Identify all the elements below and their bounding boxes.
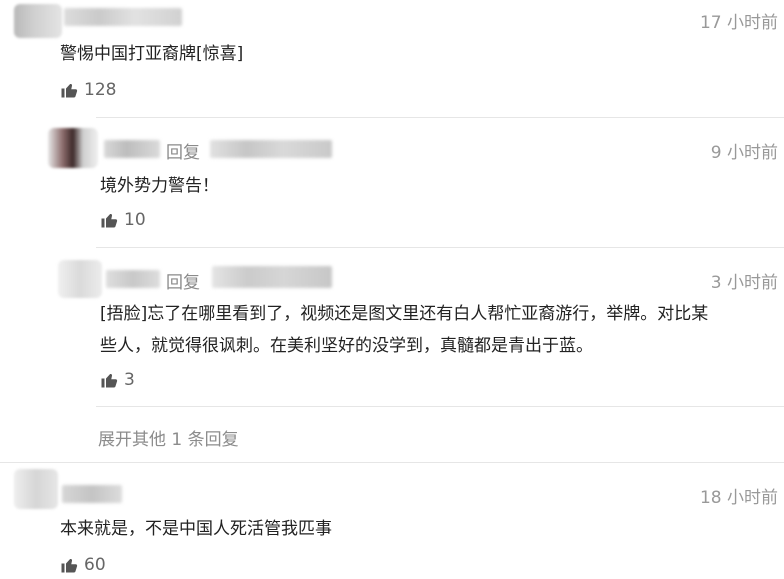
reply-1: 回复 9 小时前 境外势力警告！ 10 <box>0 118 784 248</box>
reply-label: 回复 <box>166 273 200 293</box>
like-count: 128 <box>84 80 117 100</box>
comment-time: 17 小时前 <box>699 13 778 33</box>
comment-text: 警惕中国打亚裔牌[惊喜] <box>60 44 244 64</box>
like-button[interactable]: 128 <box>60 80 116 100</box>
comment-time: 3 小时前 <box>710 273 778 293</box>
username-blurred[interactable] <box>62 485 122 503</box>
avatar[interactable] <box>48 128 98 168</box>
comment-text: [捂脸]忘了在哪里看到了，视频还是图文里还有白人帮忙亚裔游行，举牌。对比某 些人… <box>100 298 780 362</box>
reply-target-blurred[interactable] <box>210 140 332 158</box>
expand-replies-link[interactable]: 展开其他 1 条回复 <box>98 425 239 450</box>
avatar[interactable] <box>58 260 102 298</box>
comment-time: 9 小时前 <box>710 143 778 163</box>
thumbs-up-icon <box>100 371 118 389</box>
comment-2: 18 小时前 本来就是，不是中国人死活管我匹事 60 <box>0 463 784 579</box>
like-count: 3 <box>124 370 135 390</box>
like-count: 10 <box>124 210 146 230</box>
reply-label: 回复 <box>166 143 200 163</box>
comment-1: 17 小时前 警惕中国打亚裔牌[惊喜] 128 <box>0 0 784 110</box>
username-blurred[interactable] <box>64 8 182 26</box>
thumbs-up-icon <box>60 556 78 574</box>
username-blurred[interactable] <box>104 140 160 158</box>
thumbs-up-icon <box>100 211 118 229</box>
comment-text-line: [捂脸]忘了在哪里看到了，视频还是图文里还有白人帮忙亚裔游行，举牌。对比某 <box>100 304 709 324</box>
divider <box>96 406 784 407</box>
like-count: 60 <box>84 555 106 575</box>
username-blurred[interactable] <box>106 270 160 288</box>
reply-2: 回复 3 小时前 [捂脸]忘了在哪里看到了，视频还是图文里还有白人帮忙亚裔游行，… <box>0 248 784 408</box>
thumbs-up-icon <box>60 81 78 99</box>
like-button[interactable]: 60 <box>60 555 106 575</box>
comment-text: 本来就是，不是中国人死活管我匹事 <box>60 519 332 539</box>
comment-text: 境外势力警告！ <box>100 176 219 196</box>
avatar[interactable] <box>14 469 58 509</box>
comment-time: 18 小时前 <box>699 488 778 508</box>
reply-target-blurred[interactable] <box>212 266 332 288</box>
like-button[interactable]: 10 <box>100 210 146 230</box>
avatar[interactable] <box>14 4 62 38</box>
comment-text-line: 些人，就觉得很讽刺。在美利坚好的没学到，真髓都是青出于蓝。 <box>100 336 593 356</box>
like-button[interactable]: 3 <box>100 370 135 390</box>
